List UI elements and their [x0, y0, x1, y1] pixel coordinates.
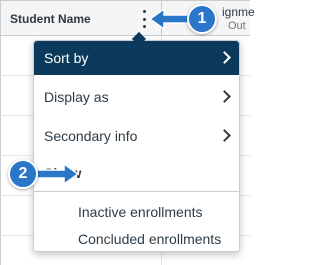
chevron-right-icon [218, 129, 231, 142]
menu-item-label: Sort by [44, 50, 89, 66]
menu-item-secondary-info[interactable]: Secondary info [34, 119, 239, 153]
menu-item-label: Display as [44, 89, 109, 105]
menu-item-display-as[interactable]: Display as [34, 80, 239, 114]
menu-item-inactive-enrollments[interactable]: Inactive enrollments [34, 197, 239, 227]
chevron-right-icon [218, 90, 231, 103]
student-name-header-label: Student Name [10, 12, 91, 26]
chevron-right-icon [218, 51, 231, 64]
callout-badge-1: 1 [187, 4, 217, 34]
menu-item-sort-by[interactable]: Sort by [34, 41, 239, 75]
column-options-menu: Sort by Display as Secondary info Show I… [33, 40, 240, 252]
assignment-subtitle: Out [228, 20, 246, 32]
callout-badge-2: 2 [8, 159, 38, 189]
menu-divider [34, 191, 239, 192]
student-name-column-header: Student Name [0, 0, 162, 36]
menu-item-label: Secondary info [44, 128, 138, 144]
menu-item-concluded-enrollments[interactable]: Concluded enrollments [34, 224, 239, 254]
menu-item-label: Concluded enrollments [78, 231, 222, 247]
menu-item-label: Inactive enrollments [78, 204, 203, 220]
assignment-title: ignme [222, 5, 255, 19]
